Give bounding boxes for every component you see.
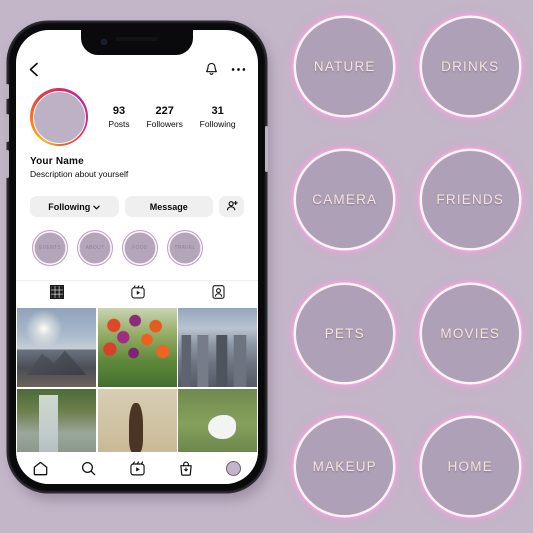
highlight-label: ABOUT xyxy=(85,245,105,251)
cover-label: PETS xyxy=(324,325,365,341)
volume-up-button[interactable] xyxy=(6,114,9,142)
chevron-left-icon[interactable] xyxy=(28,62,39,77)
cover-label: MOVIES xyxy=(440,325,501,341)
story-highlights: EVENTS ABOUT FOOD TRAVEL xyxy=(16,217,258,266)
stat-following[interactable]: 31 Following xyxy=(200,105,236,130)
app-header xyxy=(16,56,258,82)
stat-label: Following xyxy=(199,118,236,129)
reels-icon[interactable] xyxy=(130,460,145,476)
cover-label: FRIENDS xyxy=(436,192,505,208)
tab-grid[interactable] xyxy=(49,285,64,304)
search-icon[interactable] xyxy=(81,461,96,476)
cover-label: HOME xyxy=(447,458,493,474)
phone-screen: 93 Posts 227 Followers 31 Following Your… xyxy=(16,30,258,484)
front-camera-icon xyxy=(101,39,107,45)
stat-posts[interactable]: 93 Posts xyxy=(108,105,129,130)
stat-value: 227 xyxy=(155,104,174,117)
bell-icon[interactable] xyxy=(205,62,218,77)
profile-tabs xyxy=(16,280,258,308)
stat-value: 31 xyxy=(211,104,224,117)
cover-nature[interactable]: NATURE xyxy=(296,18,394,116)
highlight-label: EVENTS xyxy=(39,245,61,251)
cover-movies[interactable]: MOVIES xyxy=(421,284,519,382)
shop-icon[interactable] xyxy=(179,460,193,476)
profile-summary-row: 93 Posts 227 Followers 31 Following xyxy=(16,82,258,146)
phone-frame: 93 Posts 227 Followers 31 Following Your… xyxy=(6,22,268,492)
highlight-label: FOOD xyxy=(132,245,148,251)
profile-name: Your Name xyxy=(30,156,84,167)
reels-icon xyxy=(130,285,145,304)
grid-photo[interactable] xyxy=(97,308,177,387)
notch xyxy=(81,30,193,55)
highlight-about[interactable]: ABOUT xyxy=(77,230,113,266)
cover-camera[interactable]: CAMERA xyxy=(296,151,394,249)
grid-icon xyxy=(49,285,64,304)
profile-body: 93 Posts 227 Followers 31 Following Your… xyxy=(16,82,258,484)
profile-avatar-icon[interactable] xyxy=(226,460,242,476)
profile-avatar[interactable] xyxy=(30,88,88,146)
grid-photo[interactable] xyxy=(17,308,96,387)
home-icon[interactable] xyxy=(33,461,48,476)
following-label: Following xyxy=(48,201,91,212)
add-person-button[interactable] xyxy=(219,196,244,217)
photo-grid xyxy=(16,308,258,468)
highlight-cover-grid: NATURE DRINKS CAMERA FRIENDS PETS MOVIES… xyxy=(282,0,533,533)
cover-makeup[interactable]: MAKEUP xyxy=(296,417,394,515)
chevron-down-icon xyxy=(93,202,100,212)
cover-label: NATURE xyxy=(313,59,376,75)
message-button[interactable]: Message xyxy=(124,196,213,217)
power-button[interactable] xyxy=(265,126,268,172)
stat-label: Followers xyxy=(146,118,183,129)
grid-photo[interactable] xyxy=(178,308,257,387)
stat-label: Posts xyxy=(108,118,130,129)
more-options-icon[interactable] xyxy=(231,67,246,72)
cover-home[interactable]: HOME xyxy=(421,417,519,515)
phone-mockup: 93 Posts 227 Followers 31 Following Your… xyxy=(6,22,273,500)
cover-pets[interactable]: PETS xyxy=(296,284,394,382)
add-person-icon xyxy=(226,200,238,213)
highlight-label: TRAVEL xyxy=(174,245,196,251)
profile-bio: Your Name Description about yourself xyxy=(16,146,258,180)
cover-drinks[interactable]: DRINKS xyxy=(421,18,519,116)
stat-value: 93 xyxy=(112,104,126,117)
mute-switch[interactable] xyxy=(6,84,9,99)
volume-down-button[interactable] xyxy=(6,150,9,178)
earpiece-speaker xyxy=(116,37,158,41)
following-button[interactable]: Following xyxy=(30,196,119,217)
bottom-navigation xyxy=(16,452,258,484)
tagged-icon xyxy=(211,285,225,304)
highlight-food[interactable]: FOOD xyxy=(122,230,158,266)
stat-followers[interactable]: 227 Followers xyxy=(146,105,182,130)
cover-label: CAMERA xyxy=(312,192,378,208)
message-label: Message xyxy=(149,201,188,212)
avatar-image xyxy=(32,90,86,144)
highlight-events[interactable]: EVENTS xyxy=(32,230,68,266)
highlight-travel[interactable]: TRAVEL xyxy=(167,230,203,266)
cover-label: MAKEUP xyxy=(312,458,377,474)
profile-description: Description about yourself xyxy=(30,169,129,179)
cover-label: DRINKS xyxy=(441,59,500,75)
tab-tagged[interactable] xyxy=(211,285,225,304)
stats-row: 93 Posts 227 Followers 31 Following xyxy=(88,105,244,130)
cover-friends[interactable]: FRIENDS xyxy=(421,151,519,249)
canvas: 93 Posts 227 Followers 31 Following Your… xyxy=(0,0,533,533)
profile-actions: Following Message xyxy=(16,180,258,217)
tab-reels[interactable] xyxy=(130,285,145,304)
